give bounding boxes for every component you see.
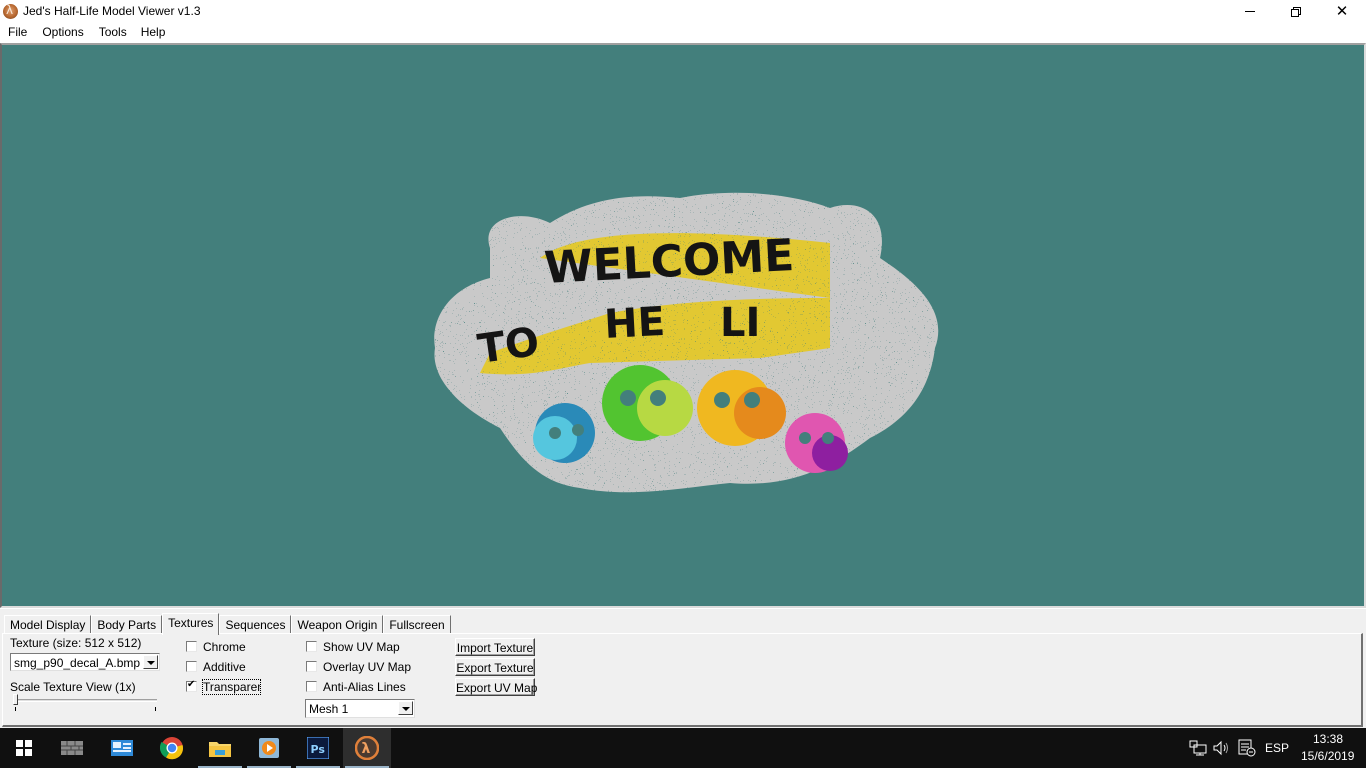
texture-decal-preview: WELCOME TO HE LI xyxy=(434,192,939,493)
svg-text:LI: LI xyxy=(720,300,760,346)
mesh-select-value: Mesh 1 xyxy=(309,702,349,716)
restore-button[interactable] xyxy=(1273,0,1319,23)
network-icon[interactable] xyxy=(1189,740,1207,756)
taskbar-control-panel[interactable] xyxy=(98,728,146,768)
half-life-lambda-icon xyxy=(3,3,18,19)
start-button[interactable] xyxy=(0,728,48,768)
menu-help[interactable]: Help xyxy=(141,23,166,43)
menu-bar: File Options Tools Help xyxy=(0,23,1366,43)
chrome-icon xyxy=(160,737,184,760)
clock-date[interactable]: 15/6/2019 xyxy=(1301,749,1354,763)
taskbar-file-explorer[interactable] xyxy=(196,728,244,768)
model-viewport[interactable]: WELCOME TO HE LI xyxy=(0,43,1366,608)
tab-body-parts[interactable]: Body Parts xyxy=(91,615,163,634)
menu-file[interactable]: File xyxy=(8,23,27,43)
control-panel-icon xyxy=(111,740,133,756)
tab-weapon-origin[interactable]: Weapon Origin xyxy=(291,615,384,634)
tab-fullscreen[interactable]: Fullscreen xyxy=(383,615,451,634)
overlay-uv-map-checkbox[interactable] xyxy=(306,661,317,672)
export-texture-button[interactable]: Export Texture xyxy=(455,658,535,676)
tab-model-display[interactable]: Model Display xyxy=(4,615,92,634)
anti-alias-lines-label[interactable]: Anti-Alias Lines xyxy=(323,680,406,694)
language-indicator[interactable]: ESP xyxy=(1265,741,1289,755)
folder-icon xyxy=(209,742,231,757)
taskbar: Ps λ ESP 13:38 15/6/2019 xyxy=(0,728,1366,768)
taskbar-hl-model-viewer[interactable]: λ xyxy=(343,728,391,768)
additive-label[interactable]: Additive xyxy=(203,660,246,674)
textures-tab-page: Texture (size: 512 x 512) smg_p90_decal_… xyxy=(2,633,1363,727)
show-uv-map-checkbox[interactable] xyxy=(306,641,317,652)
svg-text:TO: TO xyxy=(475,319,542,373)
transparent-label[interactable]: Transparent xyxy=(202,679,261,695)
chevron-down-icon[interactable] xyxy=(143,655,158,669)
wall-icon xyxy=(61,741,83,755)
window-title: Jed's Half-Life Model Viewer v1.3 xyxy=(23,4,201,18)
show-uv-map-label[interactable]: Show UV Map xyxy=(323,640,400,654)
taskbar-chrome[interactable] xyxy=(148,728,196,768)
transparent-checkbox[interactable] xyxy=(186,679,197,692)
texture-select[interactable]: smg_p90_decal_A.bmp xyxy=(10,653,160,671)
tab-textures[interactable]: Textures xyxy=(162,613,220,635)
svg-text:Ps: Ps xyxy=(311,743,326,756)
scale-slider-track[interactable] xyxy=(13,699,157,702)
additive-checkbox[interactable] xyxy=(186,661,197,672)
tab-sequences[interactable]: Sequences xyxy=(219,615,292,634)
clock-time[interactable]: 13:38 xyxy=(1313,732,1343,746)
mesh-select[interactable]: Mesh 1 xyxy=(305,699,415,718)
svg-text:λ: λ xyxy=(362,741,371,757)
slider-tick-max xyxy=(155,707,156,711)
taskbar-task-view[interactable] xyxy=(48,728,96,768)
taskbar-media-player[interactable] xyxy=(245,728,293,768)
control-panel: Model Display Body Parts Textures Sequen… xyxy=(0,608,1366,728)
minimize-icon xyxy=(1245,11,1255,12)
close-button[interactable]: ✕ xyxy=(1319,0,1365,23)
svg-text:HE: HE xyxy=(603,299,666,348)
chevron-down-icon[interactable] xyxy=(398,701,413,715)
chrome-label[interactable]: Chrome xyxy=(203,640,246,654)
import-texture-button[interactable]: Import Texture xyxy=(455,638,535,656)
close-icon: ✕ xyxy=(1335,2,1349,20)
menu-options[interactable]: Options xyxy=(42,23,83,43)
photoshop-icon: Ps xyxy=(307,737,329,759)
menu-tools[interactable]: Tools xyxy=(99,23,127,43)
restore-icon xyxy=(1291,6,1301,17)
half-life-lambda-icon: λ xyxy=(355,736,379,760)
title-bar: Jed's Half-Life Model Viewer v1.3 ✕ xyxy=(0,0,1366,23)
overlay-uv-map-label[interactable]: Overlay UV Map xyxy=(323,660,411,674)
minimize-button[interactable] xyxy=(1227,0,1273,23)
slider-tick-min xyxy=(15,707,16,711)
notifications-icon[interactable] xyxy=(1238,739,1256,757)
panel-tabs: Model Display Body Parts Textures Sequen… xyxy=(4,612,451,635)
texture-select-value: smg_p90_decal_A.bmp xyxy=(14,656,141,670)
anti-alias-lines-checkbox[interactable] xyxy=(306,681,317,692)
scale-texture-label: Scale Texture View (1x) xyxy=(10,680,136,694)
scale-slider-thumb[interactable] xyxy=(13,694,18,705)
windows-logo-icon xyxy=(16,740,32,756)
taskbar-photoshop[interactable]: Ps xyxy=(294,728,342,768)
export-uv-map-button[interactable]: Export UV Map xyxy=(455,678,537,696)
media-play-icon xyxy=(259,738,279,758)
chrome-checkbox[interactable] xyxy=(186,641,197,652)
texture-size-label: Texture (size: 512 x 512) xyxy=(10,636,142,650)
volume-icon[interactable] xyxy=(1213,740,1231,756)
